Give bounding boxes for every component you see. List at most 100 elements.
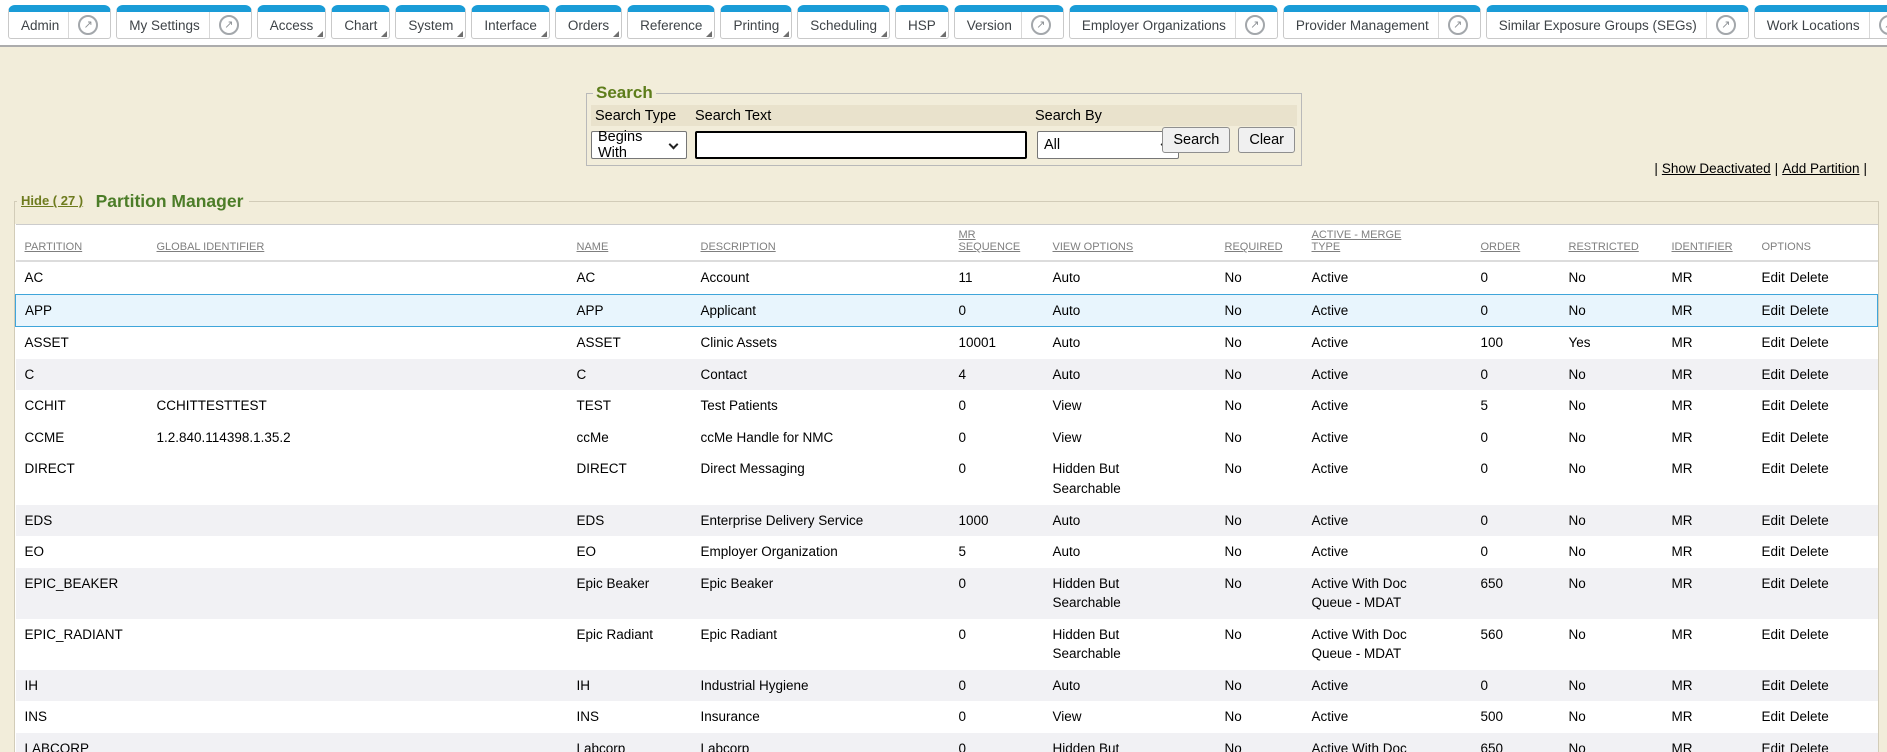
table-row-eo[interactable]: EOEOEmployer Organization5AutoNoActive0N…	[16, 536, 1878, 568]
sort-link[interactable]: NAME	[577, 241, 609, 253]
edit-link[interactable]: Edit	[1762, 627, 1785, 642]
search-by-select[interactable]: All	[1037, 131, 1179, 159]
tab-my-settings[interactable]: My Settings↗	[116, 5, 252, 39]
tab-chart[interactable]: Chart	[331, 5, 390, 39]
search-text-input[interactable]	[695, 131, 1027, 159]
tab-admin[interactable]: Admin↗	[8, 5, 111, 39]
sort-link[interactable]: DESCRIPTION	[701, 241, 776, 253]
table-row-epic-radiant[interactable]: EPIC_RADIANTEpic RadiantEpic Radiant0Hid…	[16, 619, 1878, 670]
show-deactivated-link[interactable]: Show Deactivated	[1662, 161, 1771, 176]
sort-link[interactable]: GLOBAL IDENTIFIER	[157, 241, 265, 253]
tab-label: Access	[270, 18, 314, 33]
column-header-partition[interactable]: PARTITION	[16, 225, 157, 262]
delete-link[interactable]: Delete	[1790, 430, 1829, 445]
clear-button[interactable]: Clear	[1238, 127, 1295, 153]
table-row-ccme[interactable]: CCME1.2.840.114398.1.35.2ccMeccMe Handle…	[16, 422, 1878, 454]
edit-link[interactable]: Edit	[1762, 576, 1785, 591]
delete-link[interactable]: Delete	[1790, 627, 1829, 642]
column-header-restricted[interactable]: RESTRICTED	[1569, 225, 1672, 262]
column-header-description[interactable]: DESCRIPTION	[701, 225, 959, 262]
tab-work-locations[interactable]: Work Locations↗	[1754, 5, 1887, 39]
table-row-epic-beaker[interactable]: EPIC_BEAKEREpic BeakerEpic Beaker0Hidden…	[16, 568, 1878, 619]
tab-orders[interactable]: Orders	[555, 5, 622, 39]
sort-link[interactable]: REQUIRED	[1225, 241, 1283, 253]
search-button[interactable]: Search	[1162, 127, 1230, 153]
edit-link[interactable]: Edit	[1762, 367, 1785, 382]
edit-link[interactable]: Edit	[1762, 270, 1785, 285]
column-header-active-merge-type[interactable]: ACTIVE - MERGE TYPE	[1312, 225, 1481, 262]
tab-hsp[interactable]: HSP	[895, 5, 949, 39]
delete-link[interactable]: Delete	[1790, 544, 1829, 559]
edit-link[interactable]: Edit	[1762, 303, 1785, 318]
tab-version[interactable]: Version↗	[954, 5, 1064, 39]
edit-link[interactable]: Edit	[1762, 741, 1785, 752]
delete-link[interactable]: Delete	[1790, 367, 1829, 382]
sort-link[interactable]: IDENTIFIER	[1672, 241, 1733, 253]
column-header-order[interactable]: ORDER	[1481, 225, 1569, 262]
table-row-eds[interactable]: EDSEDSEnterprise Delivery Service1000Aut…	[16, 505, 1878, 537]
tab-popout-segment[interactable]: ↗	[1438, 12, 1468, 38]
edit-link[interactable]: Edit	[1762, 335, 1785, 350]
tab-scheduling[interactable]: Scheduling	[797, 5, 890, 39]
edit-link[interactable]: Edit	[1762, 398, 1785, 413]
delete-link[interactable]: Delete	[1790, 335, 1829, 350]
cell-description: Epic Radiant	[701, 619, 959, 670]
tab-printing[interactable]: Printing	[720, 5, 792, 39]
table-row-direct[interactable]: DIRECTDIRECTDirect Messaging0Hidden But …	[16, 453, 1878, 504]
cell-value: Epic Beaker	[577, 576, 650, 591]
sort-link[interactable]: PARTITION	[25, 241, 83, 253]
hide-link[interactable]: Hide ( 27 )	[21, 193, 83, 208]
tab-popout-segment[interactable]: ↗	[1706, 12, 1736, 38]
tab-employer-organizations[interactable]: Employer Organizations↗	[1069, 5, 1278, 39]
add-partition-link[interactable]: Add Partition	[1782, 161, 1859, 176]
edit-link[interactable]: Edit	[1762, 544, 1785, 559]
tab-system[interactable]: System	[395, 5, 466, 39]
tab-popout-segment[interactable]: ↗	[1869, 12, 1887, 38]
tab-popout-segment[interactable]: ↗	[1021, 12, 1051, 38]
delete-link[interactable]: Delete	[1790, 741, 1829, 752]
column-header-required[interactable]: REQUIRED	[1225, 225, 1312, 262]
sort-link[interactable]: RESTRICTED	[1569, 241, 1639, 253]
table-row-asset[interactable]: ASSETASSETClinic Assets10001AutoNoActive…	[16, 327, 1878, 359]
delete-link[interactable]: Delete	[1790, 461, 1829, 476]
delete-link[interactable]: Delete	[1790, 576, 1829, 591]
edit-link[interactable]: Edit	[1762, 513, 1785, 528]
edit-link[interactable]: Edit	[1762, 430, 1785, 445]
tab-access[interactable]: Access	[257, 5, 327, 39]
sort-link[interactable]: ORDER	[1481, 241, 1521, 253]
sort-link[interactable]: MR SEQUENCE	[959, 229, 1023, 253]
delete-link[interactable]: Delete	[1790, 678, 1829, 693]
delete-link[interactable]: Delete	[1790, 270, 1829, 285]
column-header-name[interactable]: NAME	[577, 225, 701, 262]
tab-reference[interactable]: Reference	[627, 5, 715, 39]
sort-link[interactable]: VIEW OPTIONS	[1053, 241, 1134, 253]
table-row-c[interactable]: CCContact4AutoNoActive0NoMREditDelete	[16, 359, 1878, 391]
column-header-mr-sequence[interactable]: MR SEQUENCE	[959, 225, 1053, 262]
cell-value: No	[1225, 430, 1242, 445]
tab-similar-exposure-groups-segs[interactable]: Similar Exposure Groups (SEGs)↗	[1486, 5, 1749, 39]
delete-link[interactable]: Delete	[1790, 398, 1829, 413]
tab-popout-segment[interactable]: ↗	[68, 12, 98, 38]
table-row-ih[interactable]: IHIHIndustrial Hygiene0AutoNoActive0NoMR…	[16, 670, 1878, 702]
edit-link[interactable]: Edit	[1762, 678, 1785, 693]
table-row-ac[interactable]: ACACAccount11AutoNoActive0NoMREditDelete	[16, 261, 1878, 294]
tab-popout-segment[interactable]: ↗	[209, 12, 239, 38]
column-header-view-options[interactable]: VIEW OPTIONS	[1053, 225, 1225, 262]
tab-popout-segment[interactable]: ↗	[1235, 12, 1265, 38]
column-header-global-identifier[interactable]: GLOBAL IDENTIFIER	[157, 225, 577, 262]
delete-link[interactable]: Delete	[1790, 709, 1829, 724]
table-row-cchit[interactable]: CCHITCCHITTESTTESTTESTTest Patients0View…	[16, 390, 1878, 422]
tab-provider-management[interactable]: Provider Management↗	[1283, 5, 1481, 39]
cell-value: CCHIT	[25, 398, 66, 413]
column-header-identifier[interactable]: IDENTIFIER	[1672, 225, 1762, 262]
table-row-labcorp[interactable]: LABCORPLabcorpLabcorp0Hidden But Searcha…	[16, 733, 1878, 752]
table-row-app[interactable]: APPAPPApplicant0AutoNoActive0NoMREditDel…	[16, 294, 1878, 327]
tab-interface[interactable]: Interface	[471, 5, 550, 39]
delete-link[interactable]: Delete	[1790, 303, 1829, 318]
edit-link[interactable]: Edit	[1762, 709, 1785, 724]
edit-link[interactable]: Edit	[1762, 461, 1785, 476]
delete-link[interactable]: Delete	[1790, 513, 1829, 528]
search-type-select[interactable]: Begins With	[591, 131, 687, 159]
table-row-ins[interactable]: INSINSInsurance0ViewNoActive500NoMREditD…	[16, 701, 1878, 733]
sort-link[interactable]: ACTIVE - MERGE TYPE	[1312, 229, 1412, 253]
